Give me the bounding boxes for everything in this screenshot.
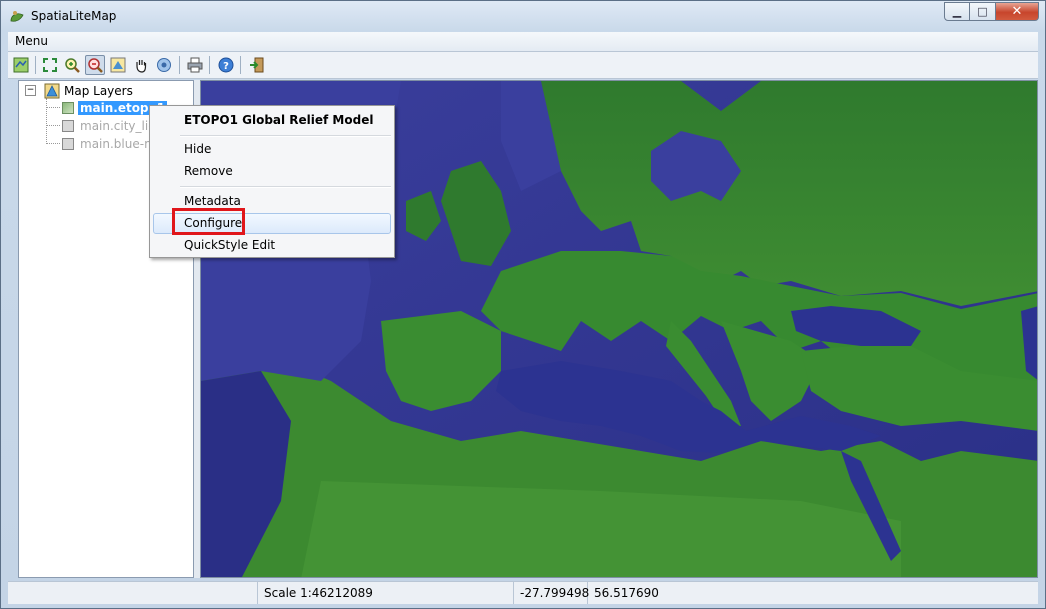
map-layers-icon bbox=[44, 83, 60, 98]
toolbar-separator bbox=[35, 56, 36, 74]
pan-button[interactable] bbox=[131, 55, 151, 75]
identify-button[interactable] bbox=[154, 55, 174, 75]
tree-connector bbox=[46, 125, 60, 126]
minimize-button[interactable]: ▁ bbox=[944, 2, 970, 21]
status-bar: Scale 1:46212089 -27.799498 56.517690 bbox=[8, 581, 1038, 604]
toolbar-separator bbox=[179, 56, 180, 74]
zoom-out-icon bbox=[88, 58, 103, 73]
window-controls: ▁ □ ✕ bbox=[944, 2, 1039, 21]
tree-layer-row[interactable]: main.city_lig bbox=[62, 117, 158, 134]
app-window: SpatiaLiteMap ▁ □ ✕ Menu ? − Map Layers … bbox=[0, 0, 1046, 609]
menu-item-quickstyle-edit[interactable]: QuickStyle Edit bbox=[184, 238, 275, 252]
print-button[interactable] bbox=[185, 55, 205, 75]
close-button[interactable]: ✕ bbox=[996, 2, 1039, 21]
tree-root-row[interactable]: − Map Layers bbox=[25, 82, 133, 99]
toolbar-separator bbox=[240, 56, 241, 74]
map-layers-label: Map Layers bbox=[64, 83, 133, 98]
menu-bar: Menu bbox=[8, 32, 1038, 52]
menu-menu[interactable]: Menu bbox=[15, 34, 48, 48]
print-icon bbox=[187, 57, 203, 73]
toolbar: ? bbox=[8, 52, 1038, 79]
zoom-full-icon bbox=[43, 58, 57, 72]
annotation-highlight-box bbox=[172, 208, 245, 235]
map-properties-icon bbox=[110, 57, 126, 73]
tree-connector bbox=[46, 98, 47, 144]
zoom-in-icon bbox=[65, 58, 80, 73]
tree-connector bbox=[46, 143, 60, 144]
layer-context-menu: ETOPO1 Global Relief Model Hide Remove M… bbox=[149, 105, 395, 258]
tree-layer-row[interactable]: main.blue-m bbox=[62, 135, 158, 152]
app-icon bbox=[10, 11, 24, 22]
menu-separator bbox=[180, 135, 391, 137]
exit-icon bbox=[250, 57, 264, 73]
coordinate-y-readout: 56.517690 bbox=[594, 586, 659, 600]
raster-layer-icon bbox=[62, 101, 74, 114]
menu-item-metadata[interactable]: Metadata bbox=[184, 194, 241, 208]
layer-label[interactable]: main.blue-m bbox=[78, 137, 158, 151]
layer-label[interactable]: main.city_lig bbox=[78, 119, 158, 133]
help-button[interactable]: ? bbox=[216, 55, 236, 75]
context-menu-title: ETOPO1 Global Relief Model bbox=[184, 113, 374, 127]
scale-readout: Scale 1:46212089 bbox=[258, 582, 514, 604]
title-bar[interactable]: SpatiaLiteMap ▁ □ ✕ bbox=[1, 1, 1045, 31]
identify-icon bbox=[157, 58, 171, 72]
tree-connector bbox=[46, 107, 60, 108]
menu-item-remove[interactable]: Remove bbox=[184, 164, 233, 178]
raster-layer-icon bbox=[62, 119, 74, 132]
add-layer-button[interactable] bbox=[11, 55, 31, 75]
map-properties-button[interactable] bbox=[108, 55, 128, 75]
help-icon: ? bbox=[218, 57, 234, 73]
collapse-toggle-icon[interactable]: − bbox=[25, 85, 36, 96]
maximize-button[interactable]: □ bbox=[970, 2, 996, 21]
zoom-out-button[interactable] bbox=[85, 55, 105, 75]
coordinate-x-readout: -27.799498 bbox=[514, 582, 589, 604]
add-layer-icon bbox=[13, 57, 29, 73]
toolbar-separator bbox=[209, 56, 210, 74]
svg-text:?: ? bbox=[223, 61, 229, 72]
pan-hand-icon bbox=[136, 60, 147, 73]
zoom-in-button[interactable] bbox=[62, 55, 82, 75]
menu-item-hide[interactable]: Hide bbox=[184, 142, 211, 156]
exit-button[interactable] bbox=[247, 55, 267, 75]
raster-layer-icon bbox=[62, 137, 74, 150]
window-title: SpatiaLiteMap bbox=[31, 9, 117, 23]
menu-separator bbox=[180, 186, 391, 188]
status-cell-empty bbox=[8, 582, 258, 604]
zoom-full-button[interactable] bbox=[40, 55, 60, 75]
